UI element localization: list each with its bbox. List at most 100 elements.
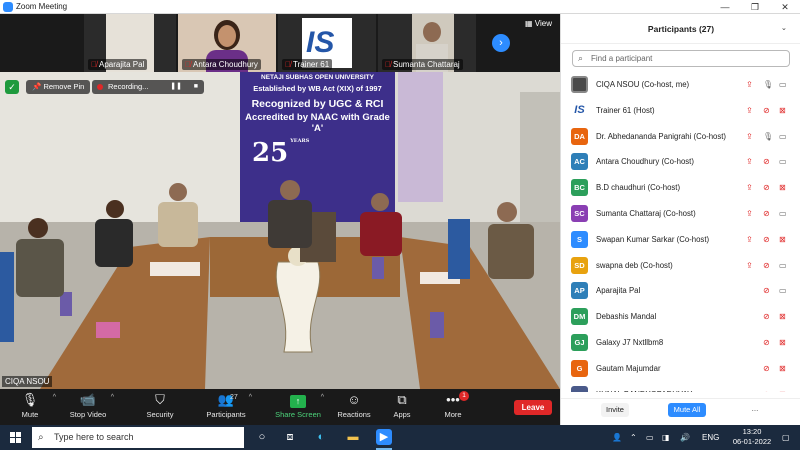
pause-recording-button[interactable]: ❚❚ bbox=[170, 80, 182, 94]
participant-name: CIQA NSOU (Co-host, me) bbox=[596, 80, 690, 89]
video-camera-icon[interactable]: ▭ bbox=[779, 278, 787, 304]
mic-muted-icon[interactable]: ⊘ bbox=[763, 227, 770, 253]
notification-badge: 1 bbox=[459, 391, 469, 401]
notifications-icon[interactable]: ▢ bbox=[782, 425, 790, 450]
participant-row[interactable]: KB KUNAL BANDYOPADHYAY ⊘ ⊠ bbox=[561, 382, 800, 392]
video-camera-icon[interactable]: ▭ bbox=[779, 201, 787, 227]
stop-recording-button[interactable]: ■ bbox=[194, 80, 198, 94]
meeting-area: 🎙̸ Aparajita Pal 🎙̸ Antara Choudhury IS 🎙̸… bbox=[0, 14, 560, 389]
next-page-button[interactable]: › bbox=[492, 34, 510, 52]
participant-row[interactable]: GJ Galaxy J7 Nxtllbm8 ⊘ ⊠ bbox=[561, 330, 800, 356]
microphone-icon: 🎙 bbox=[21, 392, 39, 407]
participant-search-input[interactable]: ⌕ Find a participant bbox=[572, 50, 790, 67]
participant-row[interactable]: DM Debashis Mandal ⊘ ⊠ bbox=[561, 304, 800, 330]
chevron-down-icon[interactable]: ⌄ bbox=[781, 14, 787, 44]
system-clock[interactable]: 13:20 06-01-2022 bbox=[730, 427, 774, 447]
screen-share-icon: ⇪ bbox=[746, 105, 753, 115]
mic-muted-icon[interactable]: ⊘ bbox=[763, 278, 770, 304]
participant-name: B.D chaudhuri (Co-host) bbox=[596, 183, 681, 193]
video-off-icon[interactable]: ⊠ bbox=[779, 330, 786, 356]
video-off-icon[interactable]: ⊠ bbox=[779, 175, 786, 201]
video-camera-icon[interactable]: ▭ bbox=[779, 253, 787, 279]
remove-pin-button[interactable]: 📌 Remove Pin bbox=[26, 80, 91, 94]
avatar: BC bbox=[571, 179, 588, 197]
share-screen-button[interactable]: ↑ Share Screen ^ bbox=[268, 392, 328, 419]
participant-row[interactable]: S Swapan Kumar Sarkar (Co-host) ⇪ ⊘ ⊠ bbox=[561, 227, 800, 253]
microphone-icon[interactable]: 🎙 bbox=[763, 72, 773, 98]
mic-muted-icon[interactable]: ⊘ bbox=[763, 330, 770, 356]
zoom-window: Zoom Meeting — ❐ ✕ 🎙̸ Aparajita Pal 🎙̸ Ant… bbox=[0, 0, 800, 450]
video-strip: 🎙̸ Aparajita Pal 🎙̸ Antara Choudhury IS 🎙̸… bbox=[0, 14, 560, 72]
mic-muted-icon[interactable]: ⊘ bbox=[763, 175, 770, 201]
university-banner: NETAJI SUBHAS OPEN UNIVERSITY Establishe… bbox=[240, 72, 395, 222]
video-camera-icon[interactable]: ▭ bbox=[779, 72, 787, 98]
battery-icon[interactable]: ▭ bbox=[646, 425, 654, 450]
security-button[interactable]: ⛉ Security bbox=[130, 392, 190, 419]
network-icon[interactable]: ◨ bbox=[662, 425, 670, 450]
video-off-icon[interactable]: ⊠ bbox=[779, 304, 786, 330]
participant-row[interactable]: SC Sumanta Chattaraj (Co-host) ⇪ ⊘ ▭ bbox=[561, 201, 800, 227]
more-button[interactable]: ••• 1 More bbox=[423, 391, 483, 419]
mic-muted-icon[interactable]: ⊘ bbox=[763, 98, 770, 124]
edge-browser-icon[interactable]: ◐ bbox=[313, 429, 329, 445]
grid-view-icon: ▦ bbox=[525, 19, 533, 28]
video-off-icon[interactable]: ⊠ bbox=[779, 227, 786, 253]
chevron-up-icon[interactable]: ⌃ bbox=[630, 425, 637, 450]
mute-button[interactable]: 🎙 Mute ^ bbox=[0, 392, 60, 419]
mic-muted-icon[interactable]: ⊘ bbox=[763, 201, 770, 227]
participant-name: swapna deb (Co-host) bbox=[596, 260, 673, 270]
participant-row[interactable]: BC B.D chaudhuri (Co-host) ⇪ ⊘ ⊠ bbox=[561, 175, 800, 201]
volume-icon[interactable]: 🔊 bbox=[680, 425, 690, 450]
windows-start-button[interactable] bbox=[10, 432, 21, 443]
mic-muted-icon[interactable]: ⊘ bbox=[763, 356, 770, 382]
video-camera-icon[interactable]: ▭ bbox=[779, 124, 787, 150]
people-icon[interactable]: 👤 bbox=[612, 425, 622, 450]
participants-button[interactable]: 👥 27 Participants ^ bbox=[196, 392, 256, 419]
participant-row[interactable]: IS Trainer 61 (Host) ⇪ ⊘ ⊠ bbox=[561, 98, 800, 124]
task-view-icon[interactable]: ⧈ bbox=[282, 429, 298, 445]
video-tile[interactable]: IS 🎙̸ Trainer 61 bbox=[278, 14, 376, 72]
participant-row[interactable]: SD swapna deb (Co-host) ⇪ ⊘ ▭ bbox=[561, 253, 800, 279]
invite-button[interactable]: Invite bbox=[601, 403, 629, 417]
mic-muted-icon[interactable]: ⊘ bbox=[763, 253, 770, 279]
file-explorer-icon[interactable]: ▬ bbox=[345, 429, 361, 445]
participant-name: Gautam Majumdar bbox=[596, 363, 661, 373]
share-screen-icon: ↑ bbox=[290, 395, 306, 408]
video-tile[interactable]: 🎙̸ Antara Choudhury bbox=[178, 14, 276, 72]
close-button[interactable]: ✕ bbox=[770, 0, 800, 14]
video-tile[interactable]: 🎙̸ Sumanta Chattaraj bbox=[378, 14, 476, 72]
leave-button[interactable]: Leave bbox=[514, 400, 552, 415]
participant-row[interactable]: AP Aparajita Pal ⊘ ▭ bbox=[561, 278, 800, 304]
participant-row[interactable]: DA Dr. Abhedananda Panigrahi (Co-host) ⇪ 🎙 ▭ bbox=[561, 124, 800, 150]
cortana-icon[interactable]: ○ bbox=[254, 429, 270, 445]
participants-icon: 👥 bbox=[217, 392, 235, 407]
banner-line-2: Recognized by UGC & RCI bbox=[251, 98, 384, 110]
mute-all-button[interactable]: Mute All bbox=[668, 403, 706, 417]
minimize-button[interactable]: — bbox=[710, 0, 740, 14]
video-off-icon[interactable]: ⊠ bbox=[779, 98, 786, 124]
participant-row[interactable]: G Gautam Majumdar ⊘ ⊠ bbox=[561, 356, 800, 382]
participant-row[interactable]: CIQA NSOU (Co-host, me) ⇪ 🎙 ▭ bbox=[561, 72, 800, 98]
mic-muted-icon[interactable]: ⊘ bbox=[763, 304, 770, 330]
participant-row[interactable]: AC Antara Choudhury (Co-host) ⇪ ⊘ ▭ bbox=[561, 149, 800, 175]
mic-muted-icon[interactable]: ⊘ bbox=[763, 149, 770, 175]
more-options-button[interactable]: ... bbox=[749, 403, 761, 417]
view-button[interactable]: ▦ View bbox=[525, 19, 552, 28]
video-tile[interactable]: 🎙̸ Aparajita Pal bbox=[84, 14, 176, 72]
language-indicator[interactable]: ENG bbox=[702, 425, 719, 450]
tile-name: 🎙̸ Antara Choudhury bbox=[182, 59, 261, 70]
maximize-button[interactable]: ❐ bbox=[740, 0, 770, 14]
participant-name: Aparajita Pal bbox=[596, 286, 641, 296]
mic-muted-icon[interactable]: ⊘ bbox=[763, 382, 770, 392]
participant-name: KUNAL BANDYOPADHYAY bbox=[596, 382, 692, 392]
microphone-icon[interactable]: 🎙 bbox=[763, 124, 773, 150]
pin-icon: 📌 bbox=[32, 82, 42, 91]
taskbar-search-input[interactable]: ⌕ Type here to search bbox=[32, 427, 244, 448]
video-off-icon[interactable]: ⊠ bbox=[779, 382, 786, 392]
video-off-icon[interactable]: ⊠ bbox=[779, 356, 786, 382]
video-camera-icon[interactable]: ▭ bbox=[779, 149, 787, 175]
mic-muted-icon: 🎙̸ bbox=[385, 60, 391, 69]
stop-video-button[interactable]: 📹 Stop Video ^ bbox=[58, 392, 118, 419]
avatar: SD bbox=[571, 256, 588, 274]
zoom-app-icon[interactable]: ▶ bbox=[376, 429, 392, 445]
